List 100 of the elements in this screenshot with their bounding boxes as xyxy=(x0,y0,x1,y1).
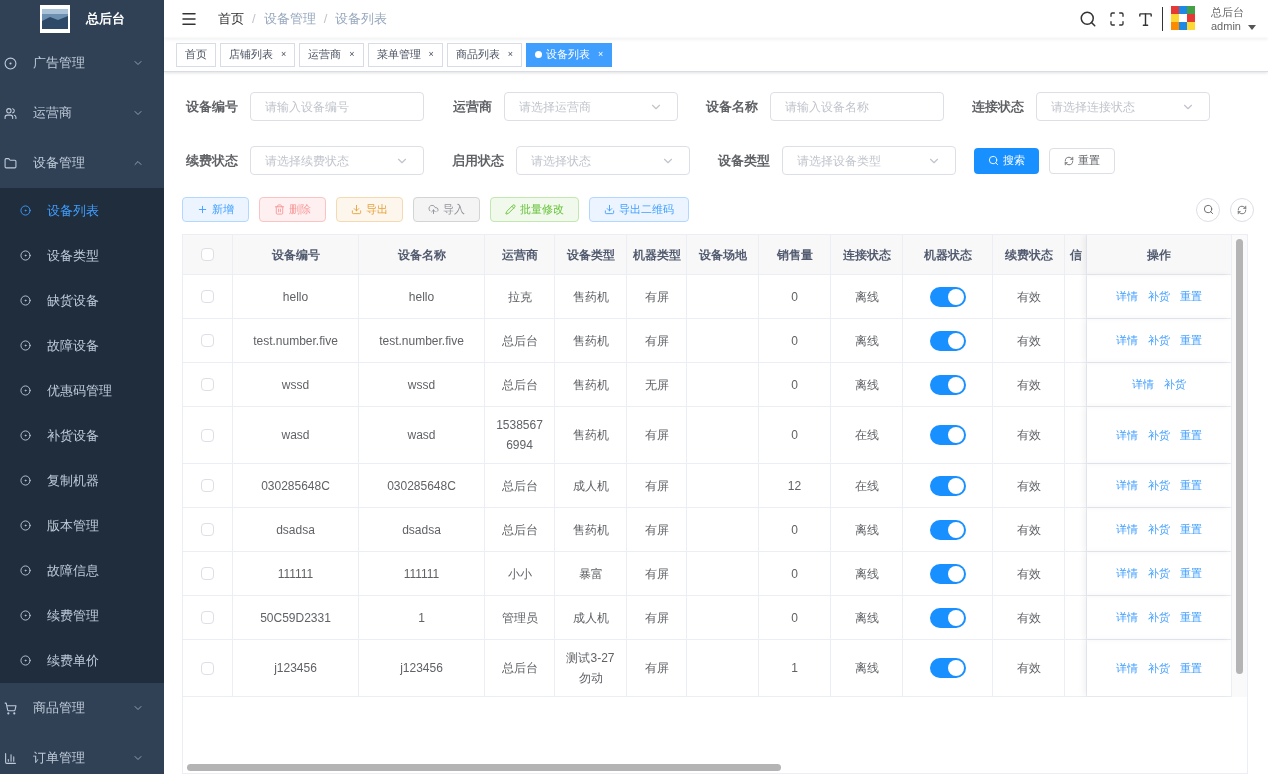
action-link[interactable]: 重置 xyxy=(1180,426,1202,444)
font-size-icon[interactable] xyxy=(1137,10,1154,28)
submenu-item[interactable]: 缺货设备 xyxy=(0,278,164,323)
action-link[interactable]: 详情 xyxy=(1116,659,1138,677)
search-icon[interactable] xyxy=(1079,10,1097,28)
fullscreen-icon[interactable] xyxy=(1109,11,1125,27)
submenu-item[interactable]: 设备类型 xyxy=(0,233,164,278)
menu-item[interactable]: 运营商 xyxy=(0,88,164,138)
action-link[interactable]: 详情 xyxy=(1116,426,1138,444)
select-field[interactable]: 请选择运营商 xyxy=(504,92,678,121)
toolbar-button[interactable]: 导出 xyxy=(336,197,403,222)
select-field[interactable]: 请选择状态 xyxy=(516,146,690,175)
status-switch[interactable] xyxy=(929,286,966,307)
action-link[interactable]: 补货 xyxy=(1148,609,1170,626)
page-tab[interactable]: 设备列表 × xyxy=(526,42,613,67)
action-link[interactable]: 重置 xyxy=(1180,659,1202,677)
status-switch[interactable] xyxy=(929,330,966,351)
submenu-item[interactable]: 故障信息 xyxy=(0,548,164,593)
action-link[interactable]: 重置 xyxy=(1180,288,1202,305)
close-icon[interactable]: × xyxy=(349,47,355,62)
action-link[interactable]: 补货 xyxy=(1148,332,1170,349)
checkbox[interactable] xyxy=(201,567,214,580)
select-field[interactable]: 请选择连接状态 xyxy=(1036,92,1210,121)
table-cell-text: 总后台 xyxy=(501,477,538,495)
toolbar-button[interactable]: 删除 xyxy=(259,197,326,222)
status-switch[interactable] xyxy=(929,563,966,584)
bar-chart-icon xyxy=(4,751,17,765)
status-switch[interactable] xyxy=(929,519,966,540)
action-link[interactable]: 详情 xyxy=(1116,565,1138,582)
action-link[interactable]: 重置 xyxy=(1180,521,1202,538)
submenu-item[interactable]: 设备列表 xyxy=(0,188,164,233)
submenu-item[interactable]: 补货设备 xyxy=(0,413,164,458)
checkbox[interactable] xyxy=(201,378,214,391)
page-tab[interactable]: 菜单管理 × xyxy=(367,42,443,67)
breadcrumb-item[interactable]: 设备管理 xyxy=(263,9,316,29)
menu-item[interactable]: 设备管理 xyxy=(0,138,164,188)
checkbox[interactable] xyxy=(201,290,214,303)
action-link[interactable]: 详情 xyxy=(1116,332,1138,349)
toolbar-button[interactable]: 导入 xyxy=(413,197,480,222)
action-link[interactable]: 补货 xyxy=(1148,521,1170,538)
status-switch[interactable] xyxy=(929,607,966,628)
checkbox[interactable] xyxy=(201,248,214,261)
page-tab[interactable]: 店铺列表 × xyxy=(220,42,296,67)
page-tab[interactable]: 首页 xyxy=(176,42,216,67)
submenu-item[interactable]: 优惠码管理 xyxy=(0,368,164,413)
action-link[interactable]: 详情 xyxy=(1116,521,1138,538)
action-link[interactable]: 详情 xyxy=(1116,609,1138,626)
action-link[interactable]: 重置 xyxy=(1180,332,1202,349)
action-link[interactable]: 补货 xyxy=(1148,659,1170,677)
close-icon[interactable]: × xyxy=(428,47,434,62)
horizontal-scrollbar[interactable] xyxy=(187,763,781,771)
submenu-item[interactable]: 故障设备 xyxy=(0,323,164,368)
close-icon[interactable]: × xyxy=(507,47,514,62)
action-link[interactable]: 重置 xyxy=(1180,565,1202,582)
page-tab[interactable]: 商品列表 × xyxy=(446,42,523,67)
checkbox[interactable] xyxy=(201,661,214,675)
vertical-scrollbar[interactable] xyxy=(1236,239,1243,674)
action-link[interactable]: 补货 xyxy=(1148,288,1170,305)
toolbar-button[interactable]: 导出二维码 xyxy=(589,197,689,222)
menu-icon[interactable] xyxy=(180,10,198,28)
table-cell-text: 无屏 xyxy=(644,376,669,394)
action-link[interactable]: 详情 xyxy=(1116,477,1138,494)
action-link[interactable]: 补货 xyxy=(1148,477,1170,494)
select-field[interactable]: 请选择设备类型 xyxy=(782,146,956,175)
action-link[interactable]: 补货 xyxy=(1148,426,1170,444)
action-link[interactable]: 重置 xyxy=(1180,609,1202,626)
close-icon[interactable]: × xyxy=(281,47,287,62)
action-link[interactable]: 重置 xyxy=(1180,477,1202,494)
action-link[interactable]: 补货 xyxy=(1164,376,1186,393)
menu-item[interactable]: 订单管理 xyxy=(0,733,164,774)
search-button[interactable]: 搜索 xyxy=(974,147,1039,174)
status-switch[interactable] xyxy=(929,475,966,496)
action-link[interactable]: 详情 xyxy=(1116,288,1138,305)
status-switch[interactable] xyxy=(929,658,966,678)
checkbox[interactable] xyxy=(201,479,214,492)
table-cell-text: 离线 xyxy=(854,565,879,583)
search-icon xyxy=(988,155,999,166)
checkbox[interactable] xyxy=(201,334,214,347)
page-tab[interactable]: 运营商 × xyxy=(299,42,364,67)
action-link[interactable]: 补货 xyxy=(1148,565,1170,582)
menu-item[interactable]: 商品管理 xyxy=(0,683,164,733)
submenu-item[interactable]: 续费管理 xyxy=(0,593,164,638)
breadcrumb-item[interactable]: 首页 xyxy=(218,9,244,29)
menu-item[interactable]: 广告管理 xyxy=(0,38,164,88)
caret-icon[interactable] xyxy=(1248,24,1256,30)
toolbar-button[interactable]: 新增 xyxy=(182,197,249,222)
reset-button[interactable]: 重置 xyxy=(1049,147,1115,174)
toolbar-button[interactable]: 批量修改 xyxy=(490,197,579,222)
select-field[interactable]: 请选择续费状态 xyxy=(250,146,424,175)
close-icon[interactable]: × xyxy=(598,47,604,62)
input-field[interactable]: 请输入设备名称 xyxy=(770,92,944,121)
checkbox[interactable] xyxy=(201,428,214,442)
status-switch[interactable] xyxy=(929,374,966,395)
submenu-item[interactable]: 复制机器 xyxy=(0,458,164,503)
action-link[interactable]: 详情 xyxy=(1132,376,1154,393)
checkbox[interactable] xyxy=(201,523,214,536)
checkbox[interactable] xyxy=(201,611,214,624)
submenu-item[interactable]: 续费单价 xyxy=(0,638,164,683)
status-switch[interactable] xyxy=(929,425,966,445)
submenu-item[interactable]: 版本管理 xyxy=(0,503,164,548)
